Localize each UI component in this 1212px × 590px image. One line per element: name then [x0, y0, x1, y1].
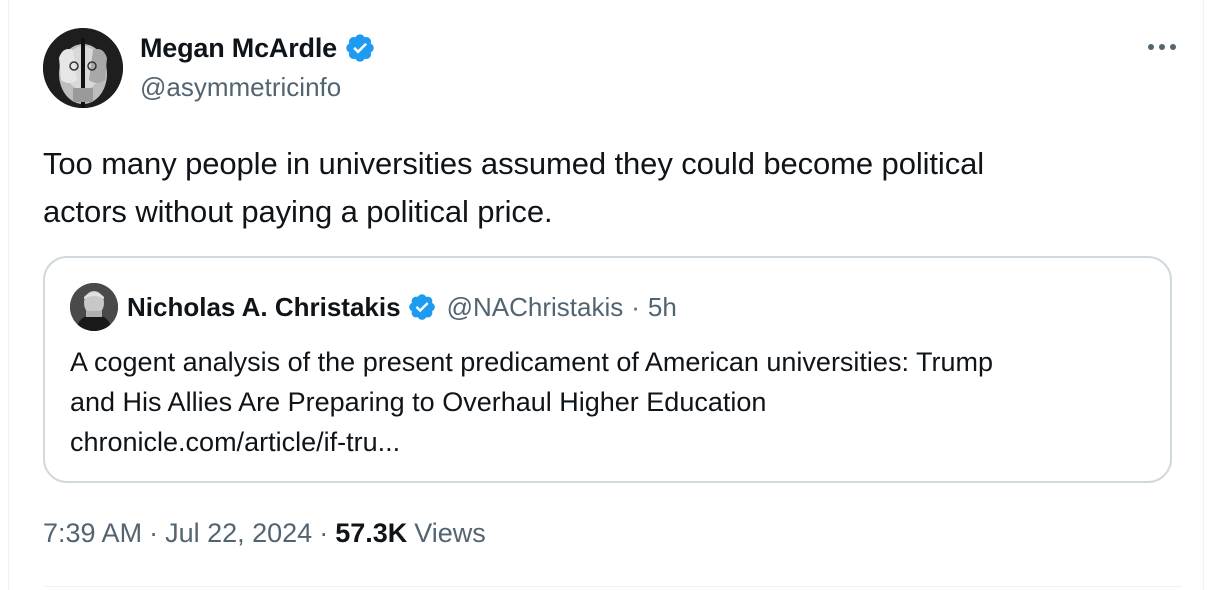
quoted-author-handle[interactable]: @NAChristakis — [447, 292, 624, 323]
author-handle[interactable]: @asymmetricinfo — [140, 72, 376, 103]
quoted-author-avatar[interactable] — [70, 283, 118, 331]
more-options-button[interactable] — [1142, 32, 1182, 62]
author-name-row: Megan McArdle — [140, 30, 376, 66]
quoted-author-display-name[interactable]: Nicholas A. Christakis — [127, 292, 401, 323]
author-display-name[interactable]: Megan McArdle — [140, 33, 337, 64]
quoted-link[interactable]: chronicle.com/article/if-tru... — [70, 422, 1150, 462]
views-label[interactable]: Views — [414, 518, 486, 549]
tweet-header: Megan McArdle @asymmetricinfo — [43, 28, 1182, 110]
verified-badge-icon[interactable] — [344, 32, 376, 64]
tweet-text-line: Too many people in universities assumed … — [43, 146, 985, 181]
author-name-block: Megan McArdle @asymmetricinfo — [140, 30, 376, 103]
quoted-tweet-header: Nicholas A. Christakis @NAChristakis · 5… — [70, 282, 677, 332]
tweet-text: Too many people in universities assumed … — [43, 140, 1163, 236]
tweet-date[interactable]: Jul 22, 2024 — [165, 518, 312, 549]
verified-badge-icon[interactable] — [407, 292, 437, 322]
tweet-meta: 7:39 AM · Jul 22, 2024 · 57.3K Views — [43, 518, 486, 549]
tweet-time[interactable]: 7:39 AM — [43, 518, 142, 549]
quoted-body-line: and His Allies Are Preparing to Overhaul… — [70, 387, 767, 417]
quoted-time-ago[interactable]: 5h — [648, 292, 677, 323]
quoted-body-line: A cogent analysis of the present predica… — [70, 347, 993, 377]
quoted-avatar-image — [70, 283, 118, 331]
card-left-border — [8, 0, 9, 590]
separator-dot: · — [149, 518, 159, 548]
tweet-card: Megan McArdle @asymmetricinfo Too many p… — [0, 0, 1212, 590]
divider — [43, 586, 1182, 587]
views-count[interactable]: 57.3K — [335, 518, 407, 549]
quoted-tweet-body: A cogent analysis of the present predica… — [70, 342, 1150, 462]
tweet-text-line: actors without paying a political price. — [43, 194, 553, 229]
card-right-border — [1203, 0, 1204, 590]
author-avatar[interactable] — [43, 28, 123, 108]
separator-dot: · — [319, 518, 329, 548]
more-icon — [1148, 44, 1176, 50]
avatar-image — [43, 28, 123, 108]
quoted-tweet[interactable]: Nicholas A. Christakis @NAChristakis · 5… — [43, 256, 1172, 483]
separator-dot: · — [631, 291, 640, 322]
